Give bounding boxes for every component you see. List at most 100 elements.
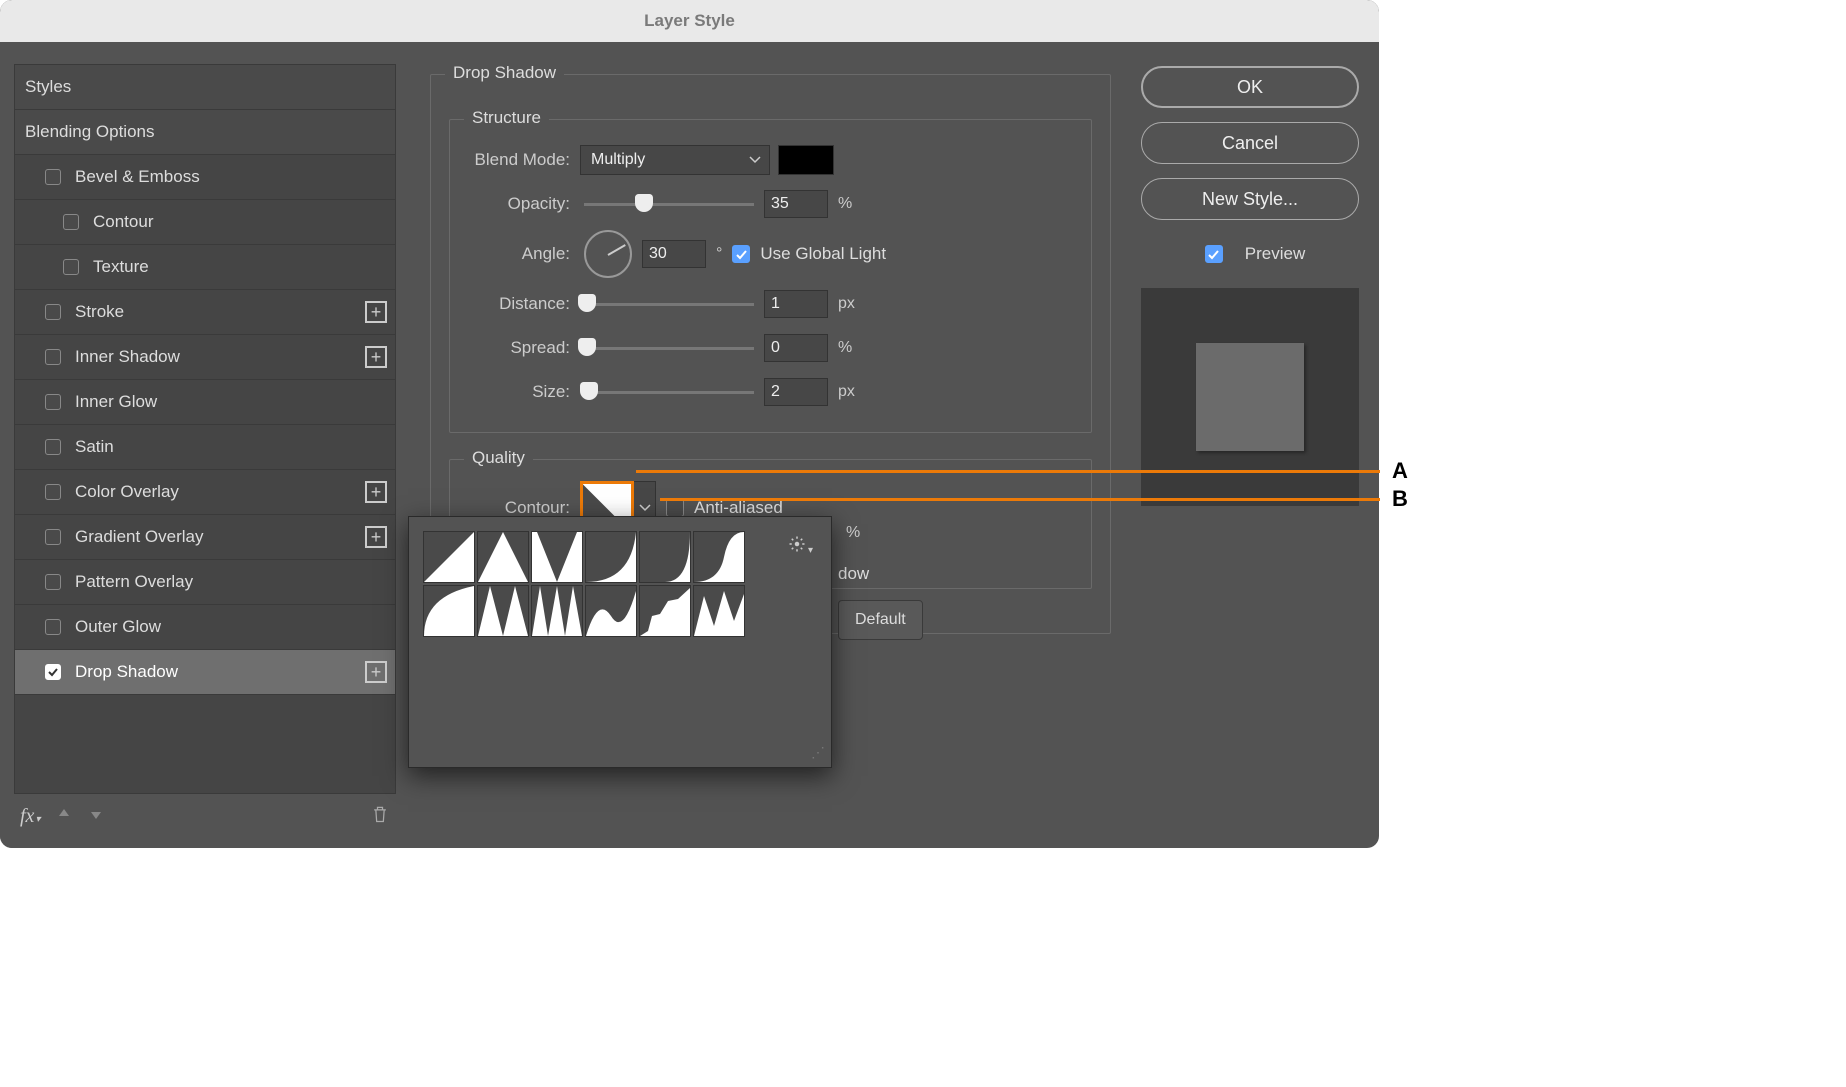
angle-dial[interactable] xyxy=(584,230,632,278)
styles-header[interactable]: Styles xyxy=(15,65,395,110)
checkbox-satin[interactable] xyxy=(45,439,61,455)
preview-box xyxy=(1141,288,1359,506)
add-color-overlay-icon[interactable]: + xyxy=(365,481,387,503)
contour-preset-linear[interactable] xyxy=(423,531,475,583)
angle-label: Angle: xyxy=(468,244,580,264)
spread-input[interactable]: 0 xyxy=(764,334,828,362)
sidebar-item-outer-glow[interactable]: Outer Glow xyxy=(15,605,395,650)
sidebar-item-gradient-overlay[interactable]: Gradient Overlay + xyxy=(15,515,395,560)
contour-preset-cone-inverted[interactable] xyxy=(531,531,583,583)
opacity-input[interactable]: 35 xyxy=(764,190,828,218)
opacity-label: Opacity: xyxy=(468,194,580,214)
contour-preset-sawtooth[interactable] xyxy=(693,585,745,637)
contour-preset-grid xyxy=(423,531,753,637)
sidebar-item-label: Inner Shadow xyxy=(75,347,180,367)
size-label: Size: xyxy=(468,382,580,402)
resize-grip-icon[interactable]: ⋰ xyxy=(811,744,825,761)
contour-picker-popup: ▾ ⋰ xyxy=(408,516,832,768)
contour-preset-rolling-slope[interactable] xyxy=(585,585,637,637)
sidebar-item-label: Gradient Overlay xyxy=(75,527,204,547)
sidebar-item-satin[interactable]: Satin xyxy=(15,425,395,470)
new-style-button[interactable]: New Style... xyxy=(1141,178,1359,220)
reset-default-button[interactable]: Default xyxy=(838,600,923,640)
add-gradient-overlay-icon[interactable]: + xyxy=(365,526,387,548)
fx-menu-icon[interactable]: fx▾ xyxy=(20,805,40,828)
global-light-checkbox[interactable] xyxy=(732,245,750,263)
cancel-button[interactable]: Cancel xyxy=(1141,122,1359,164)
noise-unit-partial: % xyxy=(846,524,860,542)
sidebar-item-label: Pattern Overlay xyxy=(75,572,193,592)
checkbox-texture[interactable] xyxy=(63,259,79,275)
distance-unit: px xyxy=(838,295,855,313)
blend-mode-select[interactable]: Multiply xyxy=(580,145,770,175)
contour-picker-menu-icon[interactable]: ▾ xyxy=(788,535,813,558)
checkbox-color-overlay[interactable] xyxy=(45,484,61,500)
layer-style-dialog: Layer Style Styles Blending Options Beve… xyxy=(0,0,1379,848)
sidebar-toolbar: fx▾ xyxy=(14,794,396,838)
blend-mode-row: Blend Mode: Multiply xyxy=(468,138,1073,182)
contour-preset-cone[interactable] xyxy=(477,531,529,583)
structure-fieldset: Structure Blend Mode: Multiply Opacity: xyxy=(449,119,1092,433)
angle-input[interactable]: 30 xyxy=(642,240,706,268)
preview-checkbox[interactable] xyxy=(1205,245,1223,263)
sidebar-item-inner-shadow[interactable]: Inner Shadow + xyxy=(15,335,395,380)
shadow-color-swatch[interactable] xyxy=(778,145,834,175)
size-input[interactable]: 2 xyxy=(764,378,828,406)
blend-mode-label: Blend Mode: xyxy=(468,150,580,170)
checkbox-drop-shadow[interactable] xyxy=(45,664,61,680)
checkbox-inner-shadow[interactable] xyxy=(45,349,61,365)
contour-preset-cove-deep[interactable] xyxy=(585,531,637,583)
checkbox-pattern-overlay[interactable] xyxy=(45,574,61,590)
checkbox-inner-glow[interactable] xyxy=(45,394,61,410)
checkbox-bevel-emboss[interactable] xyxy=(45,169,61,185)
contour-preset-rounded-steps[interactable] xyxy=(639,585,691,637)
spread-label: Spread: xyxy=(468,338,580,358)
anti-aliased-checkbox[interactable] xyxy=(666,499,684,517)
contour-preset-ring[interactable] xyxy=(477,585,529,637)
style-list-spacer xyxy=(15,695,395,793)
panel-title: Drop Shadow xyxy=(445,63,564,83)
sidebar-item-drop-shadow[interactable]: Drop Shadow + xyxy=(15,650,395,695)
checkbox-contour[interactable] xyxy=(63,214,79,230)
add-stroke-icon[interactable]: + xyxy=(365,301,387,323)
contour-preset-cove-shallow[interactable] xyxy=(639,531,691,583)
quality-title: Quality xyxy=(464,448,533,468)
spread-slider[interactable] xyxy=(584,338,754,358)
preview-swatch xyxy=(1196,343,1304,451)
checkbox-outer-glow[interactable] xyxy=(45,619,61,635)
sidebar-item-stroke[interactable]: Stroke + xyxy=(15,290,395,335)
sidebar-item-pattern-overlay[interactable]: Pattern Overlay xyxy=(15,560,395,605)
distance-input[interactable]: 1 xyxy=(764,290,828,318)
global-light-label: Use Global Light xyxy=(760,244,886,264)
size-slider[interactable] xyxy=(584,382,754,402)
add-drop-shadow-icon[interactable]: + xyxy=(365,661,387,683)
sidebar-item-inner-glow[interactable]: Inner Glow xyxy=(15,380,395,425)
sidebar-item-label: Stroke xyxy=(75,302,124,322)
contour-preset-ring-double[interactable] xyxy=(531,585,583,637)
ok-button[interactable]: OK xyxy=(1141,66,1359,108)
sidebar-item-color-overlay[interactable]: Color Overlay + xyxy=(15,470,395,515)
sidebar-item-contour[interactable]: Contour xyxy=(15,200,395,245)
sidebar-item-label: Bevel & Emboss xyxy=(75,167,200,187)
contour-preset-half-round[interactable] xyxy=(423,585,475,637)
checkbox-gradient-overlay[interactable] xyxy=(45,529,61,545)
blending-options-header[interactable]: Blending Options xyxy=(15,110,395,155)
sidebar-item-label: Contour xyxy=(93,212,153,232)
sidebar-item-bevel-emboss[interactable]: Bevel & Emboss xyxy=(15,155,395,200)
sidebar-item-label: Color Overlay xyxy=(75,482,179,502)
trash-icon[interactable] xyxy=(370,803,390,830)
distance-slider[interactable] xyxy=(584,294,754,314)
size-unit: px xyxy=(838,383,855,401)
sidebar: Styles Blending Options Bevel & Emboss C… xyxy=(0,42,410,848)
opacity-slider[interactable] xyxy=(584,194,754,214)
sidebar-item-texture[interactable]: Texture xyxy=(15,245,395,290)
add-inner-shadow-icon[interactable]: + xyxy=(365,346,387,368)
angle-unit: ° xyxy=(716,245,722,263)
checkbox-stroke[interactable] xyxy=(45,304,61,320)
anti-aliased-label: Anti-aliased xyxy=(694,498,783,518)
annotation-line-b xyxy=(660,498,1380,501)
move-down-icon[interactable] xyxy=(88,806,104,827)
annotation-line-a xyxy=(636,470,1380,473)
move-up-icon[interactable] xyxy=(56,806,72,827)
contour-preset-gaussian[interactable] xyxy=(693,531,745,583)
